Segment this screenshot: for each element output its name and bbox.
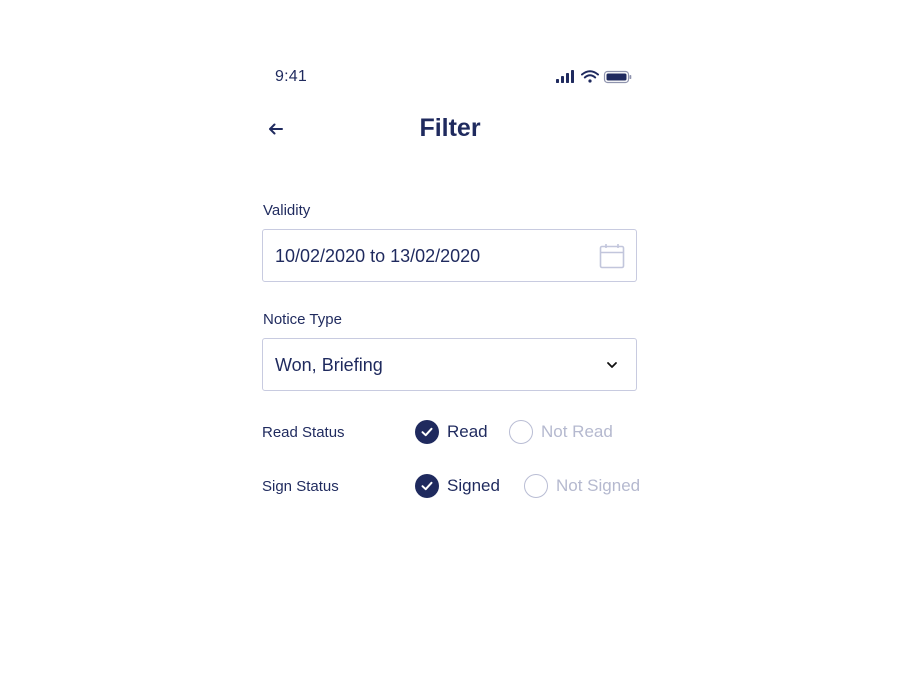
wifi-icon <box>581 70 599 83</box>
page-title: Filter <box>419 114 481 142</box>
read-radio[interactable]: Read <box>415 419 488 445</box>
notice-type-value: Won, Briefing <box>275 355 383 375</box>
not-read-option-label: Not Read <box>541 422 613 441</box>
notice-type-label: Notice Type <box>263 311 342 328</box>
not-read-radio[interactable]: Not Read <box>509 419 613 445</box>
battery-icon <box>603 70 632 84</box>
chevron-down-icon[interactable] <box>605 358 619 372</box>
read-option-label: Read <box>447 422 488 441</box>
validity-label: Validity <box>263 202 311 219</box>
not-signed-option-label: Not Signed <box>556 476 641 495</box>
signed-option-label: Signed <box>447 476 500 495</box>
sign-status-label: Sign Status <box>262 478 339 495</box>
read-status-label: Read Status <box>262 424 345 441</box>
signal-icon <box>556 70 574 83</box>
signed-radio[interactable]: Signed <box>415 473 500 499</box>
unchecked-circle-icon[interactable] <box>509 420 533 444</box>
not-signed-radio[interactable]: Not Signed <box>524 473 640 499</box>
calendar-icon[interactable] <box>599 243 625 269</box>
notice-type-select[interactable]: Won, Briefing <box>262 338 637 391</box>
checked-circle-icon[interactable] <box>415 474 439 498</box>
validity-value: 10/02/2020 to 13/02/2020 <box>275 246 481 266</box>
status-time: 9:41 <box>275 68 307 85</box>
status-icons <box>556 69 632 85</box>
checked-circle-icon[interactable] <box>415 420 439 444</box>
unchecked-circle-icon[interactable] <box>524 474 548 498</box>
validity-date-range-field[interactable]: 10/02/2020 to 13/02/2020 <box>262 229 637 282</box>
